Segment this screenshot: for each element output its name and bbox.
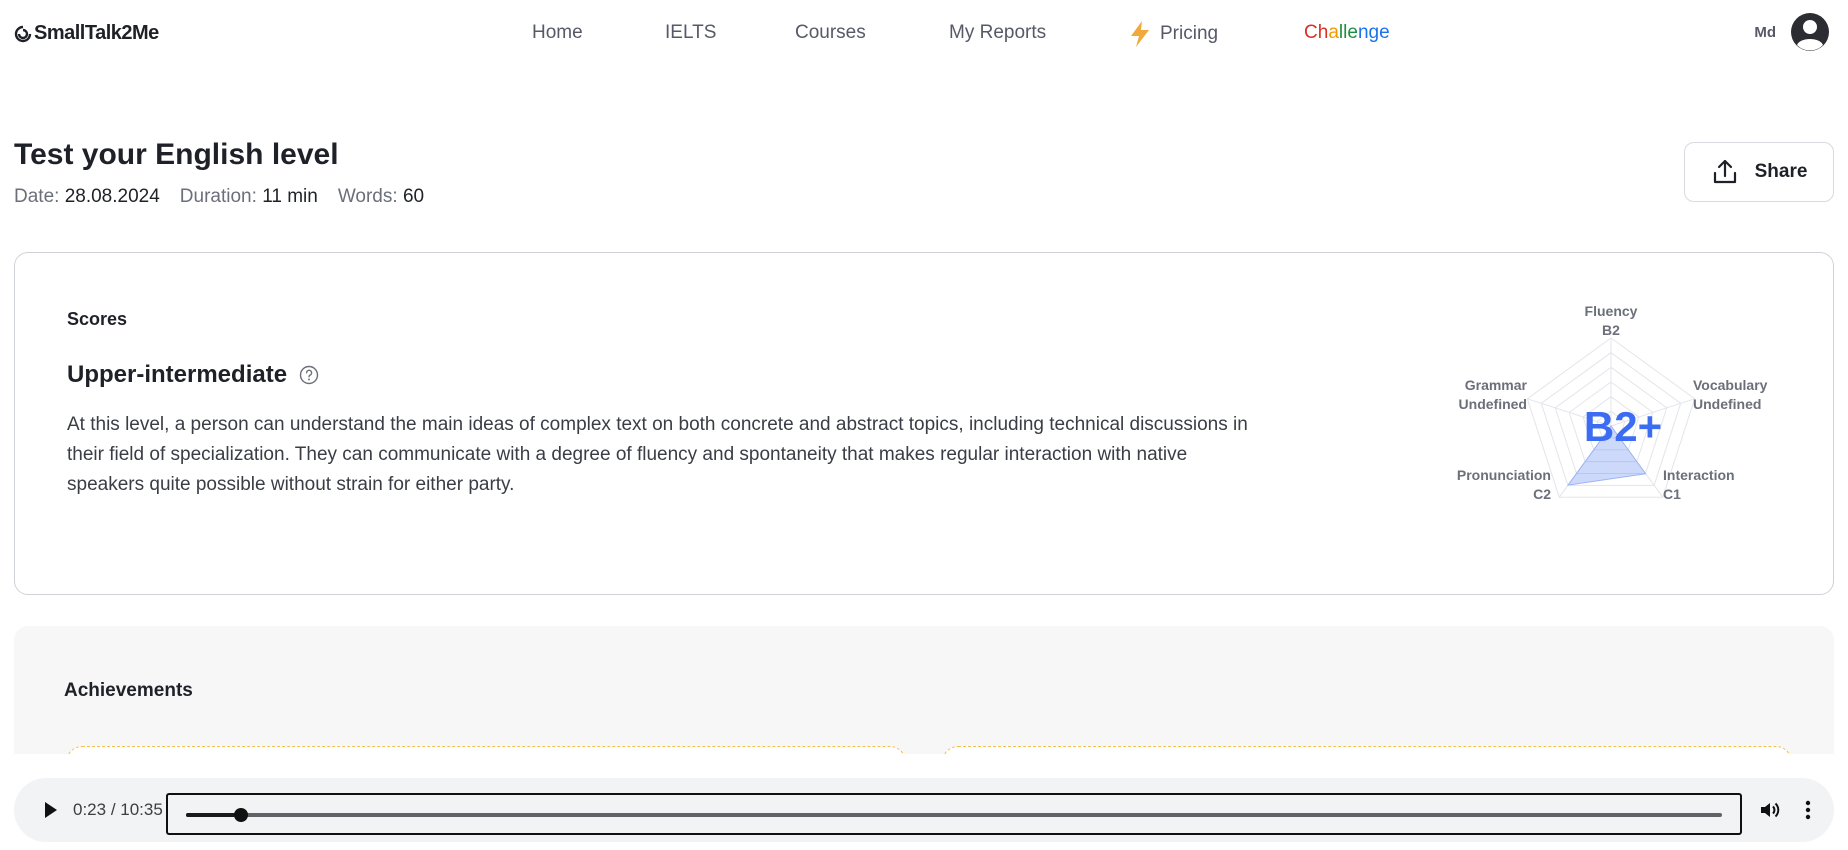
user-avatar-icon	[1791, 13, 1829, 51]
skills-radar-chart: Fluency B2 Vocabulary Undefined Interaction C…	[1457, 303, 1768, 502]
logo-icon	[14, 25, 32, 42]
current-time: 0:23	[73, 800, 107, 819]
meta-duration: Duration: 11 min	[180, 186, 318, 208]
challenge-letter: a	[1328, 22, 1339, 43]
radar-axis-label: Fluency	[1585, 303, 1638, 319]
radar-axis-label: Grammar	[1465, 377, 1528, 393]
audio-player-bar: 0:23 / 10:35	[0, 754, 1848, 850]
top-navbar: SmallTalk2Me Home IELTS Courses My Repor…	[0, 0, 1848, 66]
share-label: Share	[1754, 161, 1808, 182]
help-icon[interactable]	[299, 365, 319, 385]
nav-challenge[interactable]: Challenge	[1304, 20, 1390, 46]
radar-axis-label: Interaction	[1663, 467, 1735, 483]
radar-axis-level: B2	[1602, 322, 1620, 338]
radar-axis-level: Undefined	[1459, 396, 1527, 412]
volume-icon[interactable]	[1758, 798, 1782, 822]
duration-value: 11 min	[262, 186, 318, 207]
challenge-letter: n	[1357, 22, 1369, 43]
seek-bar[interactable]	[166, 793, 1742, 835]
total-time: 10:35	[120, 800, 163, 819]
more-options-icon[interactable]	[1796, 798, 1820, 822]
seek-progress	[186, 813, 242, 817]
nav-home[interactable]: Home	[532, 20, 583, 46]
meta-date: Date: 28.08.2024	[14, 186, 160, 208]
date-value: 28.08.2024	[64, 186, 160, 207]
date-label: Date:	[14, 186, 60, 207]
share-button[interactable]: Share	[1684, 142, 1834, 202]
nav-ielts[interactable]: IELTS	[665, 20, 716, 46]
seek-handle[interactable]	[234, 808, 249, 822]
nav-my-reports[interactable]: My Reports	[949, 20, 1046, 46]
radar-axis-label: Vocabulary	[1693, 377, 1768, 393]
radar-axis-level: Undefined	[1693, 396, 1761, 412]
words-value: 60	[402, 186, 425, 207]
lightning-icon	[1131, 21, 1149, 47]
playback-time: 0:23 / 10:35	[73, 800, 163, 819]
overall-level-label: B2+	[1584, 403, 1662, 450]
duration-label: Duration:	[179, 186, 257, 207]
scores-heading: Scores	[67, 309, 128, 329]
challenge-letter: h	[1317, 22, 1329, 43]
page-title: Test your English level	[14, 138, 339, 171]
user-menu[interactable]: Md	[1754, 12, 1830, 52]
challenge-letter: e	[1379, 22, 1390, 43]
level-title: Upper-intermediate	[67, 361, 319, 389]
brand-name: SmallTalk2Me	[34, 22, 159, 44]
nav-pricing-label: Pricing	[1160, 23, 1219, 44]
nav-pricing[interactable]: Pricing	[1128, 20, 1218, 48]
level-description: At this level, a person can understand t…	[67, 414, 1248, 495]
radar-axis-level: C2	[1533, 486, 1551, 502]
challenge-letter: g	[1368, 22, 1380, 43]
challenge-letter: C	[1304, 22, 1318, 43]
upload-share-icon	[1713, 159, 1736, 184]
level-name: Upper-intermediate	[67, 361, 288, 388]
test-meta: Date: 28.08.2024 Duration: 11 min Words:…	[14, 186, 424, 208]
seek-track	[186, 808, 1722, 822]
nav-courses[interactable]: Courses	[795, 20, 866, 46]
words-label: Words:	[337, 186, 398, 207]
scores-card: Scores Upper-intermediate At this level,…	[14, 252, 1834, 595]
challenge-letter: e	[1347, 22, 1358, 43]
user-initials: Md	[1754, 23, 1776, 41]
radar-axis-label: Pronunciation	[1457, 467, 1551, 483]
play-icon[interactable]	[38, 798, 62, 822]
achievements-heading: Achievements	[64, 680, 193, 701]
meta-words: Words: 60	[338, 186, 424, 208]
audio-player: 0:23 / 10:35	[14, 778, 1834, 842]
radar-axis-level: C1	[1663, 486, 1681, 502]
brand-logo[interactable]: SmallTalk2Me	[14, 22, 159, 45]
